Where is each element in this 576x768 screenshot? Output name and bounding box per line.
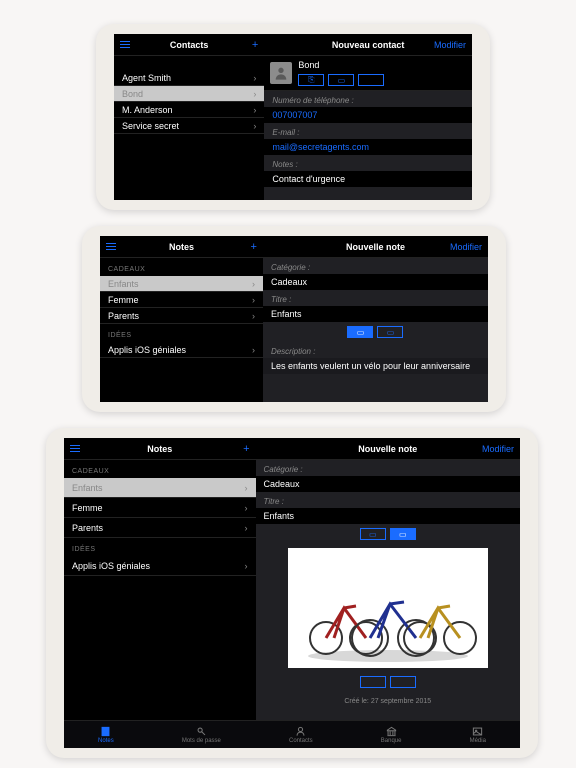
section-cadeaux: CADEAUX	[64, 460, 256, 478]
edit-button[interactable]: Modifier	[428, 34, 472, 55]
chevron-right-icon: ›	[245, 523, 248, 533]
chevron-right-icon: ›	[252, 311, 255, 321]
note-list-item[interactable]: Enfants›	[100, 276, 263, 292]
note-list-item[interactable]: Femme›	[64, 498, 256, 518]
section-idees: IDÉES	[100, 324, 263, 342]
description-value: Les enfants veulent un vélo pour leur an…	[263, 358, 488, 374]
email-label: E-mail :	[264, 123, 472, 139]
contact-list-item[interactable]: M. Anderson›	[114, 102, 264, 118]
note-list-item[interactable]: Parents›	[100, 308, 263, 324]
right-title: Nouvelle note	[358, 444, 417, 454]
phone-label: Numéro de téléphone :	[264, 91, 472, 107]
title-label: Titre :	[263, 290, 488, 306]
category-label: Catégorie :	[263, 258, 488, 274]
note-list-item[interactable]: Applis iOS géniales›	[100, 342, 263, 358]
category-value: Cadeaux	[263, 274, 488, 290]
left-title: Notes	[169, 242, 194, 252]
created-date: Créé le: 27 septembre 2015	[256, 692, 520, 711]
right-title: Nouveau contact	[332, 40, 405, 50]
view-text-button[interactable]: ▭	[360, 528, 386, 540]
menu-button[interactable]	[114, 34, 136, 55]
menu-button[interactable]	[64, 438, 86, 459]
left-title: Contacts	[170, 40, 209, 50]
action-button[interactable]	[358, 74, 384, 86]
view-image-button[interactable]: ▭	[390, 528, 416, 540]
category-value: Cadeaux	[256, 476, 520, 492]
chevron-right-icon: ›	[253, 73, 256, 83]
contact-list-item[interactable]: Agent Smith›	[114, 70, 264, 86]
detail-header: Nouveau contact Modifier	[264, 34, 472, 56]
contact-list-item[interactable]: Service secret›	[114, 118, 264, 134]
chevron-right-icon: ›	[252, 279, 255, 289]
tab-bar: Notes Mots de passe Contacts Banque Médi…	[64, 720, 520, 748]
edit-button[interactable]: Modifier	[476, 438, 520, 459]
title-label: Titre :	[256, 492, 520, 508]
category-label: Catégorie :	[256, 460, 520, 476]
left-title: Notes	[147, 444, 172, 454]
action-button[interactable]: ⎘	[298, 74, 324, 86]
chevron-right-icon: ›	[245, 503, 248, 513]
note-list-item[interactable]: Femme›	[100, 292, 263, 308]
edit-button[interactable]: Modifier	[444, 236, 488, 257]
chevron-right-icon: ›	[245, 483, 248, 493]
right-title: Nouvelle note	[346, 242, 405, 252]
contact-name: Bond	[298, 60, 466, 70]
detail-header: Nouvelle note Modifier	[263, 236, 488, 258]
note-list-item[interactable]: Applis iOS géniales›	[64, 556, 256, 576]
notes-value: Contact d'urgence	[264, 171, 472, 187]
contacts-header: Contacts +	[114, 34, 264, 56]
chevron-right-icon: ›	[245, 561, 248, 571]
add-button[interactable]: +	[246, 34, 264, 55]
contact-list-item[interactable]: Bond›	[114, 86, 264, 102]
image-action-button[interactable]	[390, 676, 416, 688]
chevron-right-icon: ›	[253, 121, 256, 131]
description-label: Description :	[263, 342, 488, 358]
add-button[interactable]: +	[237, 438, 255, 459]
action-button[interactable]: ▭	[328, 74, 354, 86]
chevron-right-icon: ›	[252, 345, 255, 355]
section-cadeaux: CADEAUX	[100, 258, 263, 276]
chevron-right-icon: ›	[253, 89, 256, 99]
view-image-button[interactable]: ▭	[377, 326, 403, 338]
email-value[interactable]: mail@secretagents.com	[264, 139, 472, 155]
chevron-right-icon: ›	[252, 295, 255, 305]
chevron-right-icon: ›	[253, 105, 256, 115]
notes-label: Notes :	[264, 155, 472, 171]
title-value: Enfants	[263, 306, 488, 322]
avatar	[270, 62, 292, 84]
notes-header: Notes +	[64, 438, 256, 460]
note-image	[288, 548, 488, 668]
view-text-button[interactable]: ▭	[347, 326, 373, 338]
title-value: Enfants	[256, 508, 520, 524]
tab-contacts[interactable]: Contacts	[289, 726, 313, 744]
section-idees: IDÉES	[64, 538, 256, 556]
note-list-item[interactable]: Parents›	[64, 518, 256, 538]
tab-notes[interactable]: Notes	[98, 726, 114, 744]
tab-passwords[interactable]: Mots de passe	[182, 726, 221, 744]
menu-button[interactable]	[100, 236, 122, 257]
phone-value[interactable]: 007007007	[264, 107, 472, 123]
image-action-button[interactable]	[360, 676, 386, 688]
note-list-item[interactable]: Enfants›	[64, 478, 256, 498]
tab-bank[interactable]: Banque	[381, 726, 402, 744]
detail-header: Nouvelle note Modifier	[256, 438, 520, 460]
notes-header: Notes +	[100, 236, 263, 258]
tab-media[interactable]: Média	[470, 726, 486, 744]
add-button[interactable]: +	[245, 236, 263, 257]
